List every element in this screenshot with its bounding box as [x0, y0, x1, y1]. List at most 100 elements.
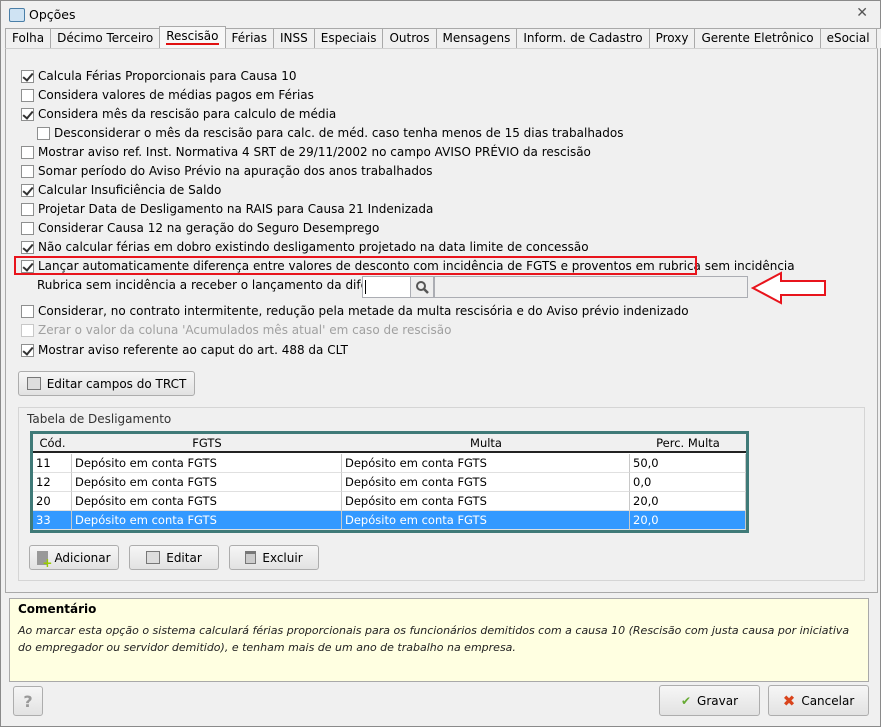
checkbox[interactable]	[21, 145, 34, 159]
checkbox[interactable]	[21, 240, 34, 254]
checkbox[interactable]	[21, 88, 34, 102]
tab-f-rias[interactable]: Férias	[224, 28, 275, 48]
option-label: Considera mês da rescisão para calculo d…	[38, 107, 337, 121]
tab-d-cimo-terceiro[interactable]: Décimo Terceiro	[50, 28, 161, 48]
header-perc-multa[interactable]: Perc. Multa	[630, 434, 746, 451]
rubrica-label: Rubrica sem incidência a receber o lança…	[37, 278, 406, 292]
option-label: Não calcular férias em dobro existindo d…	[38, 240, 589, 254]
option-label: Calcula Férias Proporcionais para Causa …	[38, 69, 297, 83]
group-title: Tabela de Desligamento	[27, 412, 172, 426]
comment-box: Comentário Ao marcar esta opção o sistem…	[9, 598, 869, 682]
checkbox[interactable]	[21, 164, 34, 178]
option-row[interactable]: Somar período do Aviso Prévio na apuraçã…	[21, 164, 433, 178]
checkbox[interactable]	[37, 126, 50, 140]
table-cell: Depósito em conta FGTS	[72, 492, 342, 511]
table-cell: Depósito em conta FGTS	[342, 454, 630, 473]
edit-icon	[26, 377, 41, 390]
header-fgts[interactable]: FGTS	[72, 434, 342, 451]
table-row[interactable]: 11 Depósito em conta FGTS Depósito em cont…	[33, 454, 746, 473]
table-cell: 33	[33, 511, 72, 530]
option-row[interactable]: Não calcular férias em dobro existindo d…	[21, 240, 589, 254]
window-title: Opções	[29, 7, 76, 22]
table-row[interactable]: 20 Depósito em conta FGTS Depósito em cont…	[33, 492, 746, 511]
rubrica-input[interactable]	[362, 276, 411, 298]
table-row[interactable]: 12 Depósito em conta FGTS Depósito em cont…	[33, 473, 746, 492]
option-label: Calcular Insuficiência de Saldo	[38, 183, 222, 197]
table-cell: 20,0	[630, 511, 746, 530]
trash-icon	[245, 551, 257, 564]
option-row[interactable]: Mostrar aviso ref. Inst. Normativa 4 SRT…	[21, 145, 591, 159]
checkbox[interactable]	[21, 202, 34, 216]
help-button[interactable]: ?	[13, 686, 43, 716]
option-row[interactable]: Desconsiderar o mês da rescisão para cal…	[37, 126, 623, 140]
table-cell: Depósito em conta FGTS	[342, 492, 630, 511]
table-row[interactable]: 33 Depósito em conta FGTS Depósito em cont…	[33, 511, 746, 530]
table-cell: 20	[33, 492, 72, 511]
search-icon	[416, 281, 429, 294]
option-row[interactable]: Considera mês da rescisão para calculo d…	[21, 107, 336, 121]
option-label: Considerar, no contrato intermitente, re…	[38, 304, 689, 318]
tab-mensagens[interactable]: Mensagens	[435, 28, 518, 48]
x-icon: ✖	[782, 691, 796, 710]
tab-inss[interactable]: INSS	[273, 28, 315, 48]
comment-title: Comentário	[18, 602, 97, 616]
tab-inform-de-cadastro[interactable]: Inform. de Cadastro	[516, 28, 650, 48]
tab-bar: Folha Décimo Terceiro Rescisão Férias INSS Es…	[5, 26, 881, 48]
checkbox[interactable]	[21, 343, 34, 357]
table-cell: 12	[33, 473, 72, 492]
table-cell: Depósito em conta FGTS	[342, 511, 630, 530]
checkbox[interactable]	[21, 69, 34, 83]
option-row[interactable]: Considerar, no contrato intermitente, re…	[21, 304, 689, 318]
checkmark-icon: ✔	[680, 693, 692, 708]
option-row[interactable]: Calcula Férias Proporcionais para Causa …	[21, 69, 297, 83]
checkbox[interactable]	[21, 221, 34, 235]
table-header: Cód. FGTS Multa Perc. Multa	[33, 434, 746, 453]
edit-button[interactable]: Editar	[129, 545, 219, 570]
tab-folha[interactable]: Folha	[5, 28, 52, 48]
cancel-button[interactable]: ✖ Cancelar	[768, 685, 869, 716]
tab-rescis-o[interactable]: Rescisão	[159, 26, 226, 48]
delete-button[interactable]: Excluir	[229, 545, 319, 570]
add-button[interactable]: + Adicionar	[29, 545, 119, 570]
option-row[interactable]: Projetar Data de Desligamento na RAIS pa…	[21, 202, 433, 216]
checkbox	[21, 323, 34, 337]
tab-proxy[interactable]: Proxy	[648, 28, 696, 48]
comment-text: Ao marcar esta opção o sistema calculará…	[18, 624, 850, 654]
highlight-box	[14, 256, 697, 275]
header-cod[interactable]: Cód.	[33, 434, 72, 451]
search-button[interactable]	[410, 276, 434, 298]
checkbox[interactable]	[21, 183, 34, 197]
option-label: Mostrar aviso ref. Inst. Normativa 4 SRT…	[38, 145, 591, 159]
table-cell: 0,0	[630, 473, 746, 492]
edit-trct-button[interactable]: Editar campos do TRCT	[18, 371, 195, 396]
checkbox[interactable]	[21, 304, 34, 318]
option-row[interactable]: Zerar o valor da coluna 'Acumulados mês …	[21, 323, 451, 337]
app-icon	[9, 7, 25, 22]
tab-especiais[interactable]: Especiais	[313, 28, 384, 48]
table-cell: 50,0	[630, 454, 746, 473]
tab-gerente-eletr-nico[interactable]: Gerente Eletrônico	[694, 28, 821, 48]
red-arrow-annotation	[751, 271, 826, 305]
option-label: Desconsiderar o mês da rescisão para cal…	[54, 126, 624, 140]
option-row[interactable]: Mostrar aviso referente ao caput do art.…	[21, 343, 348, 357]
add-document-icon: +	[37, 550, 52, 569]
termination-table: Cód. FGTS Multa Perc. Multa 11 Depósito e…	[30, 431, 749, 533]
edit-icon	[146, 551, 161, 564]
option-row[interactable]: Considera valores de médias pagos em Fér…	[21, 88, 314, 102]
option-label: Projetar Data de Desligamento na RAIS pa…	[38, 202, 434, 216]
option-label: Somar período do Aviso Prévio na apuraçã…	[38, 164, 433, 178]
option-row[interactable]: Calcular Insuficiência de Saldo	[21, 183, 221, 197]
tab-guias[interactable]: Guias	[875, 28, 881, 48]
save-button[interactable]: ✔ Gravar	[659, 685, 760, 716]
table-cell: 11	[33, 454, 72, 473]
table-cell: 20,0	[630, 492, 746, 511]
rubrica-description-field	[434, 276, 748, 298]
tab-esocial[interactable]: eSocial	[819, 28, 877, 48]
table-cell: Depósito em conta FGTS	[72, 454, 342, 473]
checkbox[interactable]	[21, 107, 34, 121]
tab-outros[interactable]: Outros	[382, 28, 437, 48]
header-multa[interactable]: Multa	[342, 434, 630, 451]
option-row[interactable]: Considerar Causa 12 na geração do Seguro…	[21, 221, 379, 235]
close-icon[interactable]: ✕	[856, 5, 868, 21]
option-label: Considerar Causa 12 na geração do Seguro…	[38, 221, 380, 235]
